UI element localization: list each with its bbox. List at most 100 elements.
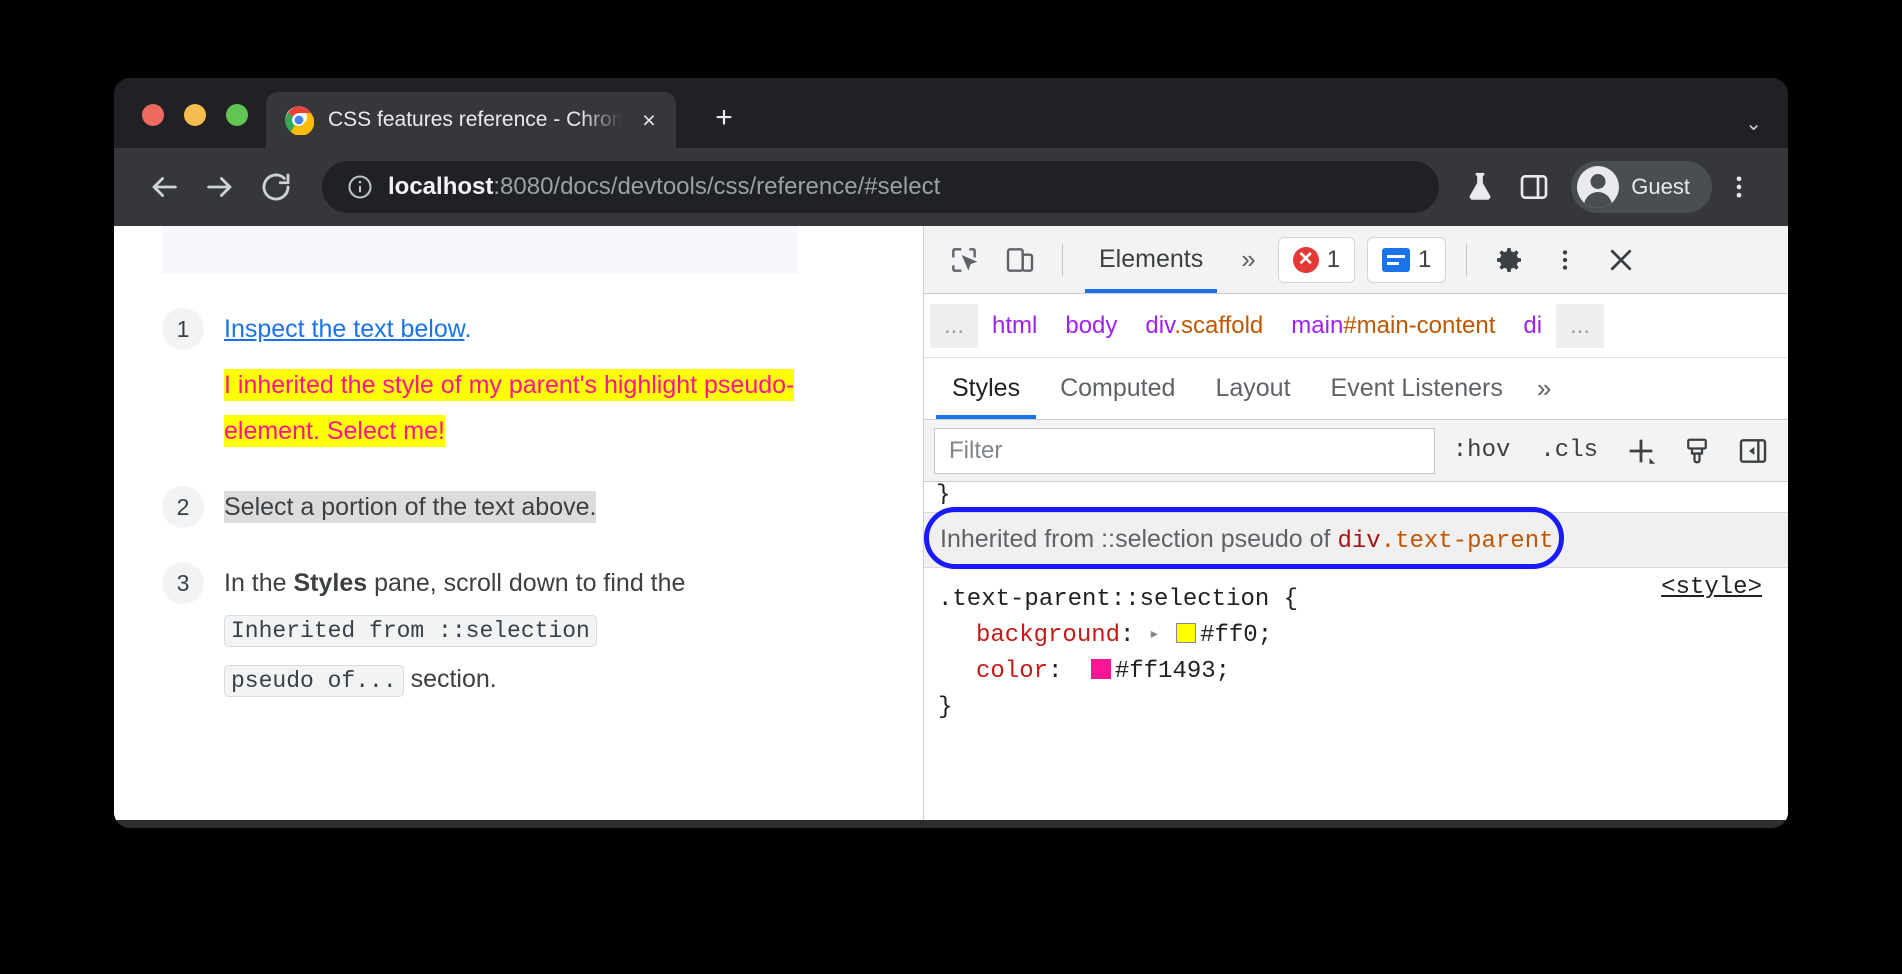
- breadcrumb-overflow-left[interactable]: ...: [930, 304, 978, 348]
- style-source-link[interactable]: <style>: [1661, 574, 1762, 601]
- css-value[interactable]: #ff0;: [1200, 622, 1272, 649]
- styles-subtabs: Styles Computed Layout Event Listeners »: [924, 358, 1788, 420]
- browser-tab[interactable]: CSS features reference - Chrom ×: [266, 92, 676, 148]
- step-number: 1: [162, 308, 204, 350]
- crumb-class: .scaffold: [1174, 312, 1263, 339]
- flask-icon[interactable]: [1453, 160, 1507, 214]
- list-item: 1 Inspect the text below. I inherited th…: [162, 306, 883, 454]
- crumb-tag: di: [1523, 312, 1542, 339]
- expand-triangle-icon[interactable]: ▸: [1149, 622, 1160, 649]
- inspect-text-link[interactable]: Inspect the text below: [224, 315, 464, 343]
- profile-button[interactable]: Guest: [1571, 161, 1712, 213]
- close-tab-button[interactable]: ×: [636, 107, 662, 133]
- message-badge[interactable]: 1: [1367, 237, 1446, 283]
- highlighted-selection-text: I inherited the style of my parent's hig…: [224, 369, 794, 447]
- css-declaration-background[interactable]: background: ▸ #ff0;: [938, 618, 1788, 654]
- breadcrumb-item-html[interactable]: html: [978, 312, 1051, 340]
- browser-toolbar: localhost:8080/docs/devtools/css/referen…: [114, 148, 1788, 226]
- devtools-toolbar: Elements » ✕ 1 1: [924, 226, 1788, 294]
- browser-window: CSS features reference - Chrom × + ⌄: [114, 78, 1788, 828]
- breadcrumb-item-body[interactable]: body: [1051, 312, 1131, 340]
- step3-line2: pseudo of... section.: [224, 656, 883, 702]
- chevron-down-icon[interactable]: ⌄: [1745, 111, 1762, 136]
- list-item: 3 In the Styles pane, scroll down to fin…: [162, 560, 883, 703]
- breadcrumb-item-div-partial[interactable]: di: [1509, 312, 1556, 340]
- plus-icon[interactable]: [1616, 426, 1666, 476]
- toggle-sidebar-icon[interactable]: [1728, 426, 1778, 476]
- inherited-label: Inherited from ::selection pseudo of: [940, 525, 1337, 553]
- address-bar-url: localhost:8080/docs/devtools/css/referen…: [388, 173, 940, 201]
- paintbrush-icon[interactable]: [1672, 426, 1722, 476]
- error-badge[interactable]: ✕ 1: [1278, 237, 1355, 283]
- more-subtabs-icon[interactable]: »: [1523, 373, 1565, 404]
- kebab-menu-icon[interactable]: [1539, 234, 1591, 286]
- crumb-tag: main: [1291, 312, 1343, 339]
- css-value[interactable]: #ff1493;: [1115, 658, 1230, 685]
- step-number: 3: [162, 562, 204, 604]
- back-button[interactable]: [136, 159, 192, 215]
- tab-strip: CSS features reference - Chrom × + ⌄: [114, 78, 1788, 148]
- reload-button[interactable]: [248, 159, 304, 215]
- tab-computed[interactable]: Computed: [1040, 359, 1195, 419]
- colon: :: [1048, 658, 1062, 685]
- tab-elements[interactable]: Elements: [1079, 227, 1223, 293]
- color-swatch-pink[interactable]: [1091, 659, 1111, 679]
- window-controls: [142, 104, 248, 126]
- divider: [1466, 244, 1467, 276]
- filter-input[interactable]: Filter: [934, 428, 1435, 474]
- step-number: 2: [162, 486, 204, 528]
- hov-toggle[interactable]: :hov: [1441, 437, 1523, 464]
- message-count: 1: [1418, 246, 1431, 274]
- inherited-class: .text-parent: [1381, 528, 1554, 555]
- forward-button[interactable]: [192, 159, 248, 215]
- inherited-from-section-header[interactable]: Inherited from ::selection pseudo of div…: [924, 512, 1788, 568]
- breadcrumb-overflow-right[interactable]: ...: [1556, 304, 1604, 348]
- info-circle-icon[interactable]: [346, 173, 374, 201]
- step-body: Select a portion of the text above.: [224, 484, 883, 530]
- inherited-selector[interactable]: div.text-parent: [1337, 528, 1553, 555]
- list-item: 2 Select a portion of the text above.: [162, 484, 883, 530]
- crumb-tag: div: [1145, 312, 1174, 339]
- css-property[interactable]: color: [976, 658, 1048, 685]
- minimize-window-button[interactable]: [184, 104, 206, 126]
- styles-bold-word: Styles: [294, 569, 368, 597]
- breadcrumb-item-div-scaffold[interactable]: div.scaffold: [1131, 312, 1277, 340]
- url-host: localhost: [388, 173, 493, 200]
- colon: :: [1120, 622, 1134, 649]
- web-page-content: 1 Inspect the text below. I inherited th…: [114, 226, 924, 820]
- chrome-logo-icon: [284, 105, 314, 135]
- breadcrumb-item-main-content[interactable]: main#main-content: [1277, 312, 1509, 340]
- step3-tail: section.: [404, 665, 497, 693]
- inherited-tag: div: [1337, 528, 1380, 555]
- avatar-icon: [1577, 166, 1619, 208]
- tab-event-listeners[interactable]: Event Listeners: [1311, 359, 1523, 419]
- css-property[interactable]: background: [976, 622, 1120, 649]
- tab-layout[interactable]: Layout: [1195, 359, 1310, 419]
- step-body: In the Styles pane, scroll down to find …: [224, 560, 883, 703]
- previous-rule-closing-brace: }: [936, 482, 1788, 504]
- kebab-menu-icon[interactable]: [1712, 160, 1766, 214]
- inspect-element-icon[interactable]: [938, 234, 990, 286]
- gear-icon[interactable]: [1483, 234, 1535, 286]
- maximize-window-button[interactable]: [226, 104, 248, 126]
- device-toolbar-icon[interactable]: [994, 234, 1046, 286]
- more-tabs-icon[interactable]: »: [1227, 244, 1269, 275]
- styles-pane: } Inherited from ::selection pseudo of d…: [924, 482, 1788, 820]
- new-tab-button[interactable]: +: [704, 98, 744, 138]
- close-window-button[interactable]: [142, 104, 164, 126]
- crumb-tag: html: [992, 312, 1037, 339]
- close-devtools-icon[interactable]: [1595, 234, 1647, 286]
- step-body: Inspect the text below. I inherited the …: [224, 306, 883, 454]
- gray-selection-text: Select a portion of the text above.: [224, 491, 596, 523]
- css-declaration-color[interactable]: color: #ff1493;: [938, 654, 1788, 690]
- step-period: .: [464, 315, 471, 343]
- color-swatch-yellow[interactable]: [1176, 623, 1196, 643]
- address-bar[interactable]: localhost:8080/docs/devtools/css/referen…: [322, 161, 1439, 213]
- side-panel-icon[interactable]: [1507, 160, 1561, 214]
- code-chip-inherited-from: Inherited from ::selection: [224, 615, 597, 647]
- tab-styles[interactable]: Styles: [932, 359, 1040, 419]
- cls-toggle[interactable]: .cls: [1528, 437, 1610, 464]
- crumb-tag: body: [1065, 312, 1117, 339]
- devtools-panel: Elements » ✕ 1 1: [924, 226, 1788, 820]
- error-count: 1: [1327, 246, 1340, 274]
